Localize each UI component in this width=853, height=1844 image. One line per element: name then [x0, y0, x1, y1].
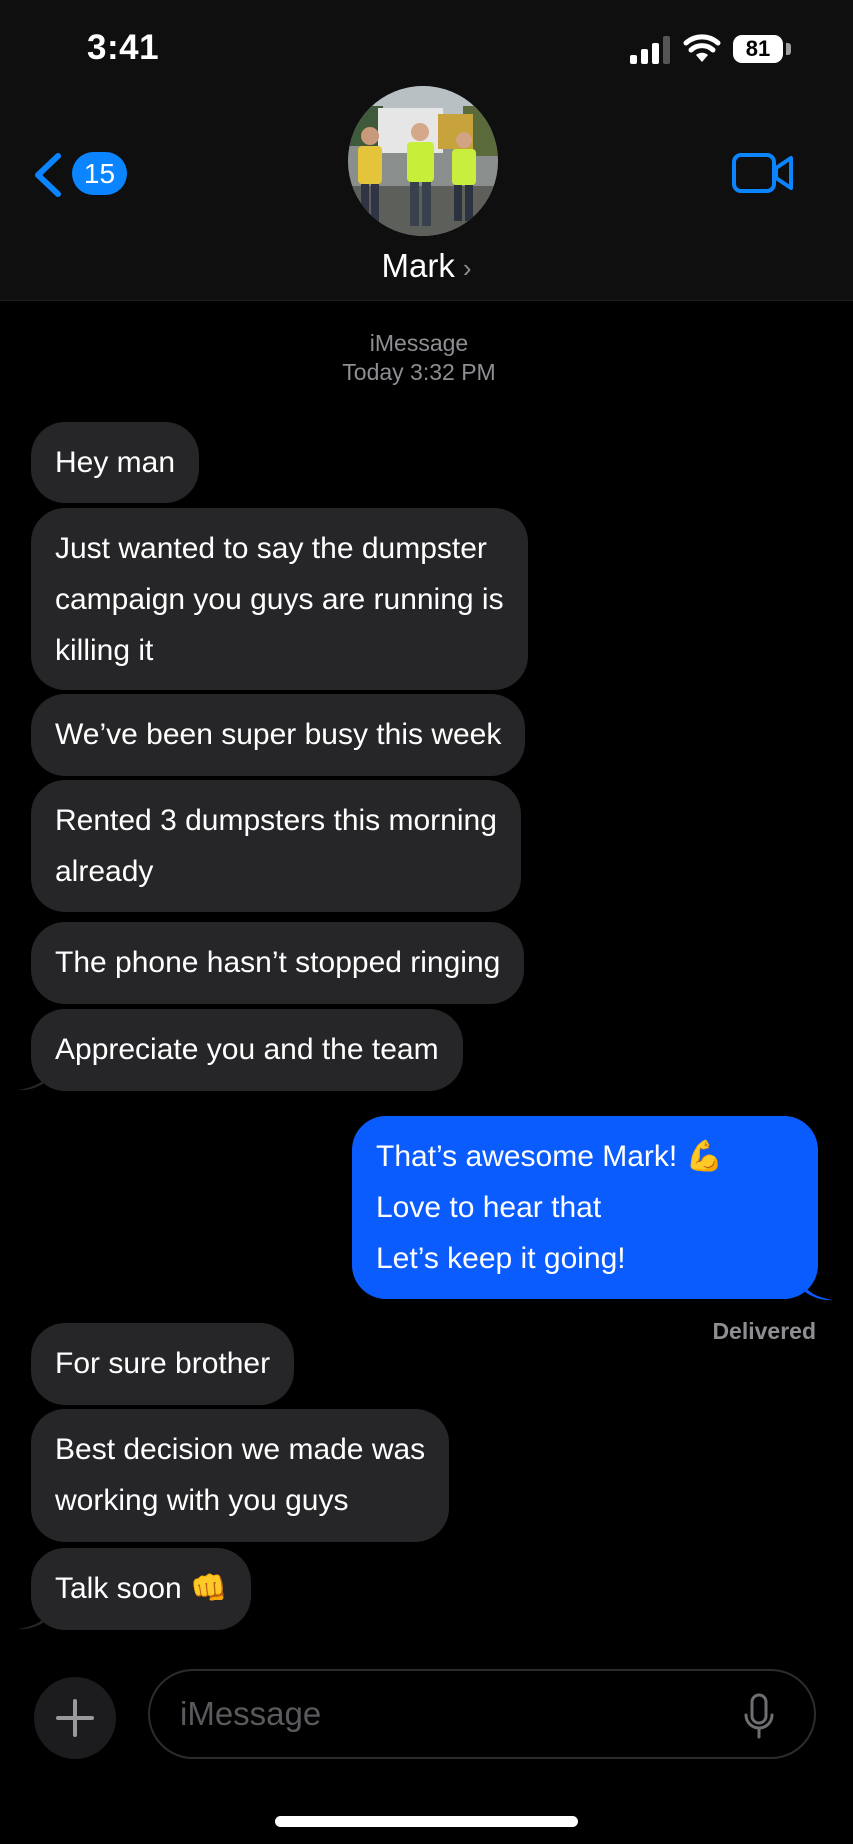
battery-nub: [786, 43, 791, 55]
home-indicator[interactable]: [275, 1816, 578, 1827]
avatar-photo: [348, 86, 498, 236]
message-bubble-received[interactable]: For sure brother: [31, 1323, 295, 1405]
message-line: Just wanted to say the dumpster: [55, 532, 487, 565]
video-camera-icon[interactable]: [731, 150, 795, 196]
message-input[interactable]: iMessage: [148, 1669, 816, 1759]
message-line: Love to hear that: [376, 1191, 602, 1224]
message-service-label: iMessage: [369, 330, 469, 356]
message-bubble-received[interactable]: We’ve been super busy this week: [31, 694, 526, 776]
chevron-right-icon: ›: [462, 253, 472, 283]
message-bubble-received[interactable]: Hey man: [31, 422, 200, 503]
delivered-status: Delivered: [712, 1318, 816, 1344]
message-timestamp: Today 3:32 PM: [342, 359, 496, 385]
message-bubble-received[interactable]: Just wanted to say the dumpster campaign…: [31, 508, 528, 690]
contact-name: Mark: [381, 247, 455, 284]
plus-icon: [56, 1699, 94, 1737]
message-line: Rented 3 dumpsters this morning: [55, 804, 497, 837]
microphone-icon[interactable]: [744, 1693, 774, 1741]
contact-name-button[interactable]: Mark ›: [0, 247, 853, 285]
contact-avatar[interactable]: [348, 86, 498, 236]
message-line: That’s awesome Mark! 💪: [376, 1140, 723, 1173]
message-line: The phone hasn’t stopped ringing: [55, 946, 501, 979]
message-bubble-received[interactable]: Rented 3 dumpsters this morning already: [31, 780, 521, 912]
message-bubble-received[interactable]: Best decision we made was working with y…: [31, 1409, 450, 1542]
message-bubble-sent[interactable]: That’s awesome Mark! 💪 Love to hear that…: [352, 1116, 818, 1299]
chevron-left-icon: [35, 153, 61, 197]
wifi-icon: [683, 34, 721, 62]
message-line: already: [55, 855, 154, 888]
status-time: 3:41: [87, 28, 160, 67]
message-line: killing it: [55, 634, 154, 667]
message-line: Appreciate you and the team: [55, 1033, 439, 1066]
battery-indicator: 81: [733, 35, 783, 63]
message-bubble-received[interactable]: Appreciate you and the team: [31, 1009, 463, 1091]
message-line: We’ve been super busy this week: [55, 718, 502, 751]
message-line: Talk soon 👊: [55, 1572, 228, 1605]
add-attachment-button[interactable]: [34, 1677, 116, 1759]
message-line: campaign you guys are running is: [55, 583, 504, 616]
message-line: For sure brother: [55, 1347, 271, 1380]
message-line: working with you guys: [55, 1484, 349, 1517]
unread-count-badge: 15: [72, 152, 127, 195]
message-line: Let’s keep it going!: [376, 1242, 626, 1275]
conversation-header: 3:41 81 15 Mark ›: [0, 0, 853, 301]
message-line: Best decision we made was: [55, 1433, 426, 1466]
message-input-placeholder: iMessage: [180, 1695, 322, 1732]
message-bubble-received[interactable]: The phone hasn’t stopped ringing: [31, 922, 525, 1004]
message-line: Hey man: [55, 446, 176, 479]
signal-icon: [630, 36, 670, 64]
back-button[interactable]: 15: [30, 148, 130, 200]
message-bubble-received[interactable]: Talk soon 👊: [31, 1548, 252, 1630]
